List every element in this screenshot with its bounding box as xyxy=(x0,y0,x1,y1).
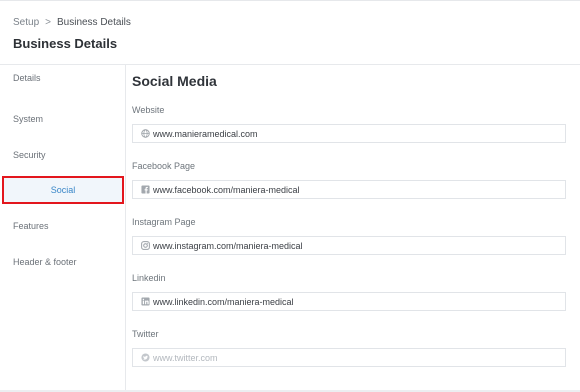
sidebar-item-security[interactable]: Security xyxy=(13,150,46,160)
linkedin-label: Linkedin xyxy=(132,273,166,283)
facebook-input[interactable] xyxy=(153,184,553,195)
breadcrumb-current: Business Details xyxy=(56,17,131,28)
top-border xyxy=(0,0,580,1)
facebook-label: Facebook Page xyxy=(132,161,196,171)
twitter-input[interactable] xyxy=(153,352,553,363)
sidebar-item-features[interactable]: Features xyxy=(13,221,49,231)
settings-sidebar: Details System Security Social Features … xyxy=(0,65,126,392)
sidebar-item-details[interactable]: Details xyxy=(13,73,41,83)
sidebar-item-social[interactable]: Social xyxy=(2,176,124,204)
sidebar-item-social-label: Social xyxy=(50,185,76,195)
website-input[interactable] xyxy=(153,128,553,139)
section-title: Social Media xyxy=(132,73,217,89)
instagram-icon xyxy=(141,241,150,250)
page-title: Business Details xyxy=(13,36,118,51)
facebook-icon xyxy=(141,185,150,194)
facebook-field[interactable] xyxy=(132,180,566,199)
website-field[interactable] xyxy=(132,124,566,143)
instagram-label: Instagram Page xyxy=(132,217,196,227)
breadcrumb: Setup > Business Details xyxy=(13,17,131,28)
linkedin-field[interactable] xyxy=(132,292,566,311)
linkedin-icon xyxy=(141,297,150,306)
breadcrumb-separator: > xyxy=(45,17,51,28)
globe-icon xyxy=(141,129,150,138)
instagram-input[interactable] xyxy=(153,240,553,251)
sidebar-item-header-footer[interactable]: Header & footer xyxy=(13,257,77,267)
linkedin-input[interactable] xyxy=(153,296,553,307)
twitter-field[interactable] xyxy=(132,348,566,367)
breadcrumb-setup-link[interactable]: Setup xyxy=(13,17,39,28)
twitter-icon xyxy=(141,353,150,362)
instagram-field[interactable] xyxy=(132,236,566,255)
sidebar-item-system[interactable]: System xyxy=(13,114,43,124)
website-label: Website xyxy=(132,105,165,115)
twitter-label: Twitter xyxy=(132,329,159,339)
